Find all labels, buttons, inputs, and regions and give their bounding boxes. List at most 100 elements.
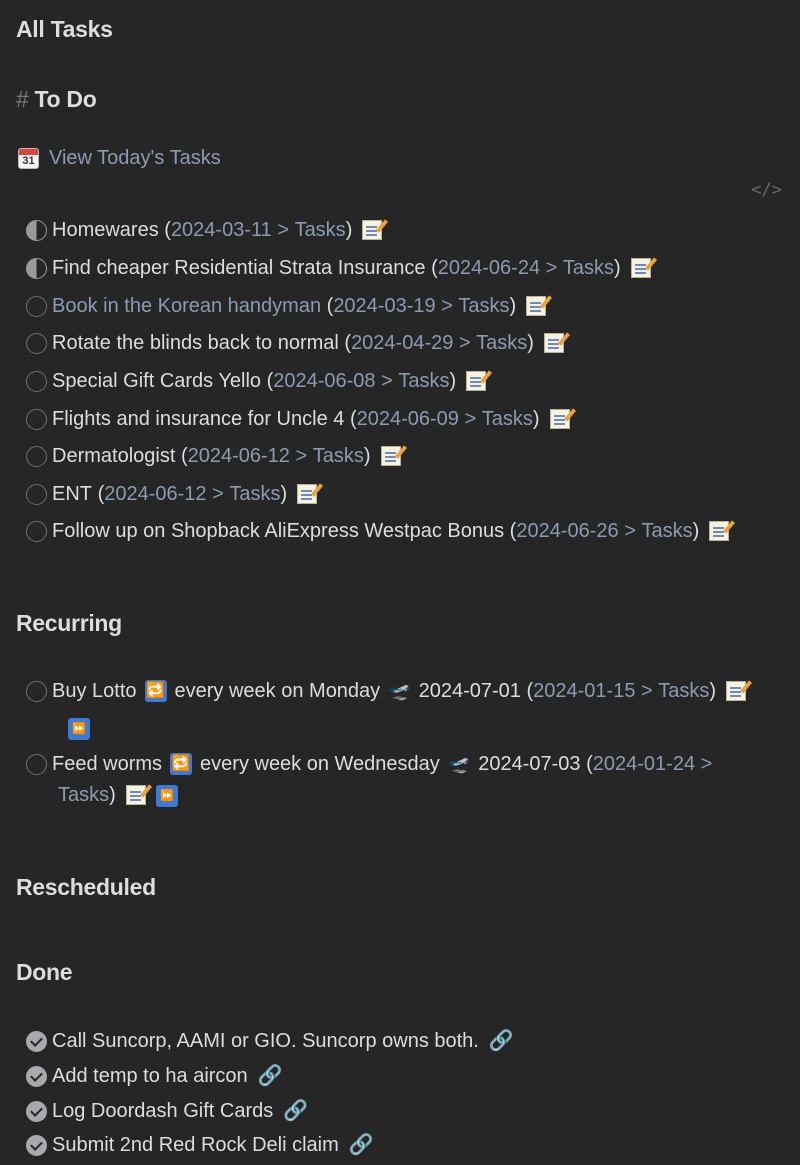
done-heading: Done <box>16 959 73 985</box>
edit-memo-icon[interactable] <box>380 446 401 466</box>
link-sep: > <box>695 753 713 775</box>
list-item: Homewares (2024-03-11 > Tasks) <box>26 218 383 242</box>
task-file-link[interactable]: Tasks <box>482 407 533 431</box>
paren: ) <box>532 408 540 430</box>
edit-memo-icon[interactable] <box>549 409 570 429</box>
task-checkbox-done[interactable] <box>26 1065 47 1087</box>
task-checkbox[interactable] <box>26 219 47 241</box>
calendar-icon: 31 <box>18 148 39 169</box>
link-sep: > <box>540 257 563 279</box>
due-date: 2024-07-01 <box>418 680 521 702</box>
paren: ) <box>345 219 353 241</box>
list-item-continuation: Tasks) ⏩ <box>58 783 178 807</box>
task-checkbox[interactable] <box>26 445 47 467</box>
edit-memo-icon[interactable] <box>726 681 747 701</box>
task-file-link[interactable]: Tasks <box>658 679 709 703</box>
link-icon[interactable]: 🔗 <box>283 1099 308 1123</box>
task-file-link[interactable]: Tasks <box>476 331 527 355</box>
task-text: Call Suncorp, AAMI or GIO. Suncorp owns … <box>52 1030 479 1052</box>
edit-memo-icon[interactable] <box>543 333 564 353</box>
task-date-link[interactable]: 2024-06-26 <box>516 519 618 543</box>
page-title: All Tasks <box>16 16 113 42</box>
task-date-link[interactable]: 2024-06-09 <box>357 407 459 431</box>
task-checkbox[interactable] <box>26 483 47 505</box>
paren: ) <box>527 332 534 354</box>
task-date-link[interactable]: 2024-06-24 <box>438 256 540 280</box>
edit-memo-icon[interactable] <box>362 220 383 240</box>
edit-memo-icon[interactable] <box>630 258 651 278</box>
task-date-link[interactable]: 2024-06-08 <box>273 369 375 393</box>
link-sep: > <box>453 332 477 354</box>
task-checkbox[interactable] <box>26 370 47 392</box>
paren: ) <box>614 257 621 279</box>
task-checkbox[interactable] <box>26 753 47 775</box>
task-checkbox[interactable] <box>26 332 47 354</box>
task-checkbox-done[interactable] <box>26 1030 47 1052</box>
recurring-icon: 🔁 <box>170 753 193 775</box>
calendar-icon-day: 31 <box>22 155 35 167</box>
paren: ) <box>363 445 371 467</box>
task-file-link[interactable]: Tasks <box>641 519 692 543</box>
paren: ) <box>280 483 288 505</box>
task-checkbox[interactable] <box>26 680 47 702</box>
task-file-link[interactable]: Tasks <box>398 369 449 393</box>
task-date-link[interactable]: 2024-03-11 <box>171 218 272 242</box>
task-text: Special Gift Cards Yello <box>52 370 262 392</box>
task-date-link[interactable]: 2024-01-15 <box>533 679 635 703</box>
task-checkbox[interactable] <box>26 257 47 279</box>
paren: ) <box>509 295 517 317</box>
task-checkbox[interactable] <box>26 408 47 430</box>
link-sep: > <box>458 408 482 430</box>
edit-memo-icon[interactable] <box>297 484 318 504</box>
recurring-icon: 🔁 <box>144 680 167 702</box>
list-item: Dermatologist (2024-06-12 > Tasks) <box>26 444 401 468</box>
task-text[interactable]: Book in the Korean handyman <box>52 294 321 318</box>
link-sep: > <box>375 370 399 392</box>
task-text: Feed worms <box>52 753 163 775</box>
paren: ( <box>586 753 593 775</box>
paren: ( <box>326 295 334 317</box>
task-checkbox[interactable] <box>26 295 47 317</box>
task-file-link[interactable]: Tasks <box>313 444 364 468</box>
paren: ( <box>526 680 534 702</box>
task-file-link[interactable]: Tasks <box>58 783 109 807</box>
list-item: Follow up on Shopback AliExpress Westpac… <box>26 519 730 543</box>
code-toggle-icon[interactable]: </> <box>751 180 782 200</box>
postpone-button[interactable]: ⏩ <box>68 717 90 740</box>
edit-memo-icon[interactable] <box>526 296 547 316</box>
start-date-icon: 🛫 <box>447 754 471 774</box>
link-sep: > <box>635 680 659 702</box>
task-date-link[interactable]: 2024-06-12 <box>188 444 290 468</box>
task-file-link[interactable]: Tasks <box>229 482 280 506</box>
task-file-link[interactable]: Tasks <box>458 294 509 318</box>
postpone-button[interactable]: ⏩ <box>155 783 178 807</box>
link-icon[interactable]: 🔗 <box>258 1064 283 1088</box>
paren: ( <box>97 483 105 505</box>
link-sep: > <box>618 520 642 542</box>
paren: ( <box>344 332 352 354</box>
task-checkbox-done[interactable] <box>26 1134 47 1156</box>
edit-memo-icon[interactable] <box>466 371 487 391</box>
link-sep: > <box>289 445 313 467</box>
paren: ) <box>692 520 700 542</box>
view-today-link[interactable]: 31 View Today's Tasks <box>18 147 221 170</box>
heading-hash: # <box>16 86 29 112</box>
link-icon[interactable]: 🔗 <box>489 1029 514 1053</box>
view-today-label[interactable]: View Today's Tasks <box>49 147 221 170</box>
task-date-link[interactable]: 2024-03-19 <box>333 294 435 318</box>
link-icon[interactable]: 🔗 <box>349 1133 374 1157</box>
task-date-link[interactable]: 2024-01-24 <box>593 752 695 776</box>
paren: ( <box>266 370 274 392</box>
list-item: Call Suncorp, AAMI or GIO. Suncorp owns … <box>26 1029 514 1053</box>
task-date-link[interactable]: 2024-06-12 <box>104 482 206 506</box>
task-file-link[interactable]: Tasks <box>563 256 614 280</box>
task-checkbox[interactable] <box>26 520 47 542</box>
task-file-link[interactable]: Tasks <box>295 218 346 242</box>
task-text: Follow up on Shopback AliExpress Westpac… <box>52 520 505 542</box>
rescheduled-heading: Rescheduled <box>16 874 156 900</box>
task-text: ENT <box>52 483 92 505</box>
edit-memo-icon[interactable] <box>709 521 730 541</box>
edit-memo-icon[interactable] <box>125 785 146 805</box>
task-date-link[interactable]: 2024-04-29 <box>351 331 453 355</box>
task-checkbox-done[interactable] <box>26 1100 47 1122</box>
